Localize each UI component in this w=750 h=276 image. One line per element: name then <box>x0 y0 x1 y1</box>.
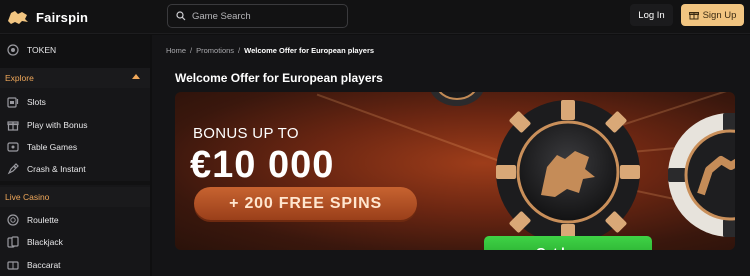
breadcrumb: Home / Promotions / Welcome Offer for Eu… <box>166 46 374 55</box>
live-casino-section-header[interactable]: Live Casino <box>0 187 150 207</box>
promo-banner: BONUS UP TO €10 000 + 200 FREE SPINS Get… <box>175 92 735 250</box>
cards-icon <box>7 236 19 248</box>
search-input[interactable] <box>192 10 332 22</box>
sidebar-item-token[interactable]: TOKEN <box>0 39 150 61</box>
sidebar-item-label: TOKEN <box>27 45 57 55</box>
rocket-icon <box>7 163 19 175</box>
bonus-amount: €10 000 <box>190 144 335 186</box>
chevron-up-icon <box>132 74 140 79</box>
roulette-icon <box>7 214 19 226</box>
logo-text: Fairspin <box>36 9 89 25</box>
gift-icon <box>688 12 699 20</box>
signup-button[interactable]: Sign Up <box>681 4 744 26</box>
login-button[interactable]: Log In <box>630 4 673 26</box>
sidebar-item-table-games[interactable]: Table Games <box>0 136 150 158</box>
table-games-icon <box>7 141 19 153</box>
search-icon <box>176 11 186 21</box>
sidebar-item-label: Slots <box>27 97 46 107</box>
sidebar-item-slots[interactable]: Slots <box>0 91 150 113</box>
sidebar-item-play-with-bonus[interactable]: Play with Bonus <box>0 114 150 136</box>
breadcrumb-separator: / <box>238 46 241 55</box>
free-spins-text: + 200 FREE SPINS <box>229 194 382 212</box>
sidebar-item-label: Crash & Instant <box>27 164 86 174</box>
sidebar-item-label: Baccarat <box>27 260 61 270</box>
sidebar-item-label: Play with Bonus <box>27 120 88 130</box>
main-content: Home / Promotions / Welcome Offer for Eu… <box>152 35 750 276</box>
section-title: Live Casino <box>5 192 50 202</box>
token-icon <box>7 44 19 56</box>
sidebar: TOKEN Explore Slots Play with Bonus Tabl… <box>0 35 150 276</box>
free-spins-badge: + 200 FREE SPINS <box>194 187 417 220</box>
section-title: Explore <box>5 73 34 83</box>
gift-icon <box>7 119 19 131</box>
signup-label: Sign Up <box>702 9 737 21</box>
sidebar-item-crash-instant[interactable]: Crash & Instant <box>0 158 150 180</box>
breadcrumb-promotions[interactable]: Promotions <box>196 46 234 55</box>
breadcrumb-separator: / <box>190 46 193 55</box>
sidebar-item-blackjack[interactable]: Blackjack <box>0 231 150 253</box>
sidebar-item-label: Roulette <box>27 215 59 225</box>
explore-section-header[interactable]: Explore <box>0 68 150 88</box>
logo[interactable]: Fairspin <box>6 7 88 27</box>
sidebar-item-baccarat[interactable]: Baccarat <box>0 254 150 276</box>
sidebar-item-label: Blackjack <box>27 237 63 247</box>
casino-chip-lion-icon <box>496 100 640 244</box>
bonus-up-to-text: BONUS UP TO <box>193 125 299 142</box>
lion-logo-icon <box>8 11 28 24</box>
breadcrumb-current: Welcome Offer for European players <box>244 46 375 55</box>
search-box[interactable] <box>167 4 348 28</box>
get-bonus-button[interactable]: Get bonus <box>484 236 652 250</box>
top-bar: Fairspin Log In Sign Up <box>0 0 750 34</box>
baccarat-icon <box>7 259 19 271</box>
slot-machine-icon <box>7 96 19 108</box>
casino-chip-small-icon <box>430 92 484 106</box>
page-title: Welcome Offer for European players <box>175 71 383 85</box>
sidebar-item-roulette[interactable]: Roulette <box>0 209 150 231</box>
breadcrumb-home[interactable]: Home <box>166 46 186 55</box>
sidebar-item-label: Table Games <box>27 142 78 152</box>
casino-chip-right-icon <box>668 113 735 237</box>
